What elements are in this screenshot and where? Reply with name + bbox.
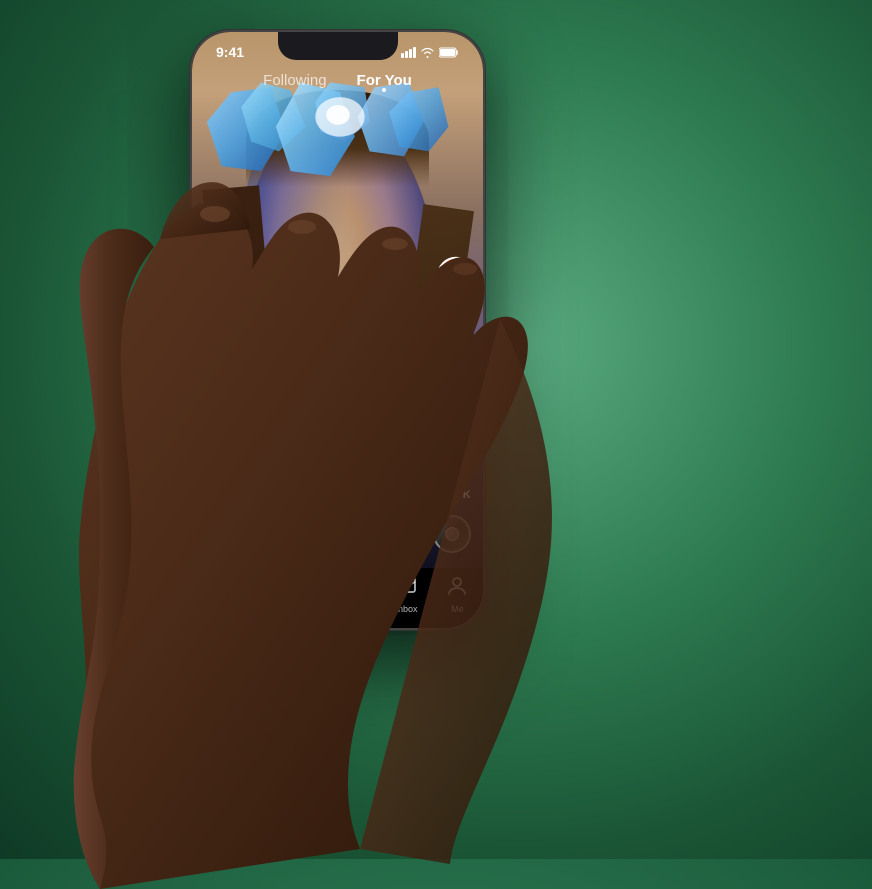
music-note-icon: ♪: [204, 549, 210, 563]
status-time: 9:41: [216, 44, 244, 60]
video-caption: Never bored in the house: [204, 530, 428, 545]
sidebar-actions: + 1.1M: [437, 257, 475, 501]
share-icon-circle: [437, 449, 475, 487]
creator-username[interactable]: @You: [204, 510, 428, 527]
battery-icon: [439, 47, 459, 58]
effect-badge[interactable]: ⭐ Your Effect: [204, 482, 293, 504]
add-button-visual: +: [324, 580, 366, 608]
inbox-label: Inbox: [395, 604, 417, 614]
creator-avatar-container[interactable]: +: [437, 257, 475, 295]
record-disc: [433, 515, 471, 553]
effect-emoji: ⭐: [212, 485, 228, 501]
record-center: [445, 527, 459, 541]
phone-frame: 9:41: [190, 30, 485, 630]
nav-inbox-button[interactable]: Inbox: [395, 574, 417, 614]
creator-avatar: +: [437, 257, 475, 295]
inbox-icon: [395, 574, 417, 602]
me-icon: [446, 574, 468, 602]
music-info[interactable]: ♪ Effect House · TikTok: [204, 549, 428, 563]
spinning-record: [433, 515, 471, 553]
music-label: Effect House · TikTok: [215, 549, 328, 563]
comment-icon-circle: [437, 385, 475, 423]
nav-add-button[interactable]: +: [324, 580, 366, 608]
signal-icon: [401, 47, 416, 58]
status-icons: [401, 47, 459, 58]
notch: [278, 32, 398, 60]
discover-label: Discover: [260, 604, 295, 614]
nav-home-button[interactable]: ⌂ Home: [206, 575, 231, 613]
me-label: Me: [451, 604, 464, 614]
share-action[interactable]: 3.79K: [437, 449, 475, 501]
like-count: 1.1M: [444, 361, 468, 373]
like-icon-circle: [437, 321, 475, 359]
heart-icon: [445, 330, 467, 350]
wifi-icon: [420, 47, 435, 58]
top-navigation: Following For You: [192, 72, 483, 89]
comment-icon: [445, 394, 467, 414]
nav-for-you[interactable]: For You: [357, 72, 412, 89]
home-label: Home: [206, 603, 231, 613]
comment-action[interactable]: 43.8K: [437, 385, 475, 437]
share-count: 3.79K: [441, 489, 470, 501]
share-icon: [445, 458, 467, 478]
bottom-navigation: ⌂ Home Discover +: [192, 568, 483, 628]
follow-plus-button[interactable]: +: [448, 285, 464, 295]
phone-screen: 9:41: [192, 32, 483, 628]
video-info: ⭐ Your Effect @You Never bored in the ho…: [204, 482, 428, 563]
nav-following[interactable]: Following: [263, 72, 326, 89]
nav-me-button[interactable]: Me: [446, 574, 468, 614]
comment-count: 43.8K: [441, 425, 470, 437]
discover-icon: [267, 574, 289, 602]
like-action[interactable]: 1.1M: [437, 321, 475, 373]
effect-label: Your Effect: [232, 487, 285, 499]
home-icon: ⌂: [212, 575, 225, 601]
add-button-inner: +: [324, 580, 366, 608]
nav-discover-button[interactable]: Discover: [260, 574, 295, 614]
